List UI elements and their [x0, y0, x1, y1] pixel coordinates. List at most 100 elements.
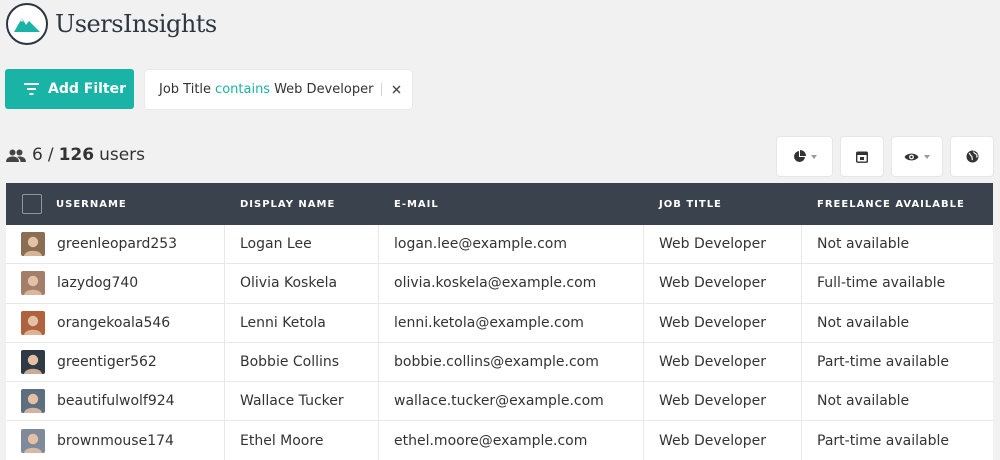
- username[interactable]: greentiger562: [57, 354, 157, 370]
- table-row[interactable]: greentiger562 Bobbie Collins bobbie.coll…: [6, 342, 993, 383]
- column-divider: [378, 225, 379, 264]
- filter-operator: contains: [215, 82, 271, 97]
- users-table: USERNAME DISPLAY NAME E-MAIL JOB TITLE F…: [6, 183, 993, 460]
- map-button[interactable]: [951, 137, 993, 176]
- cell-job-title: Web Developer: [659, 304, 766, 342]
- column-divider: [378, 303, 379, 342]
- username[interactable]: greenleopard253: [57, 236, 177, 252]
- column-divider: [643, 303, 644, 342]
- add-filter-label: Add Filter: [48, 81, 127, 97]
- cell-email: bobbie.collins@example.com: [394, 343, 599, 381]
- globe-icon: [966, 150, 978, 163]
- avatar[interactable]: [21, 232, 45, 257]
- calendar-button[interactable]: [841, 137, 883, 176]
- cell-display-name: Bobbie Collins: [240, 343, 339, 381]
- cell-job-title: Web Developer: [659, 421, 766, 459]
- column-divider: [378, 382, 379, 421]
- cell-username: beautifulwolf924: [21, 382, 175, 420]
- column-divider: [224, 382, 225, 421]
- table-row[interactable]: brownmouse174 Ethel Moore ethel.moore@ex…: [6, 421, 993, 460]
- column-divider: [643, 421, 644, 460]
- column-divider: [801, 421, 802, 460]
- freelance-availability: Not available: [817, 236, 910, 253]
- avatar[interactable]: [21, 428, 45, 453]
- shown-count: 6: [32, 145, 43, 165]
- cell-freelance: Full-time available: [817, 264, 945, 302]
- cell-display-name: Olivia Koskela: [240, 264, 337, 302]
- cell-username: brownmouse174: [21, 421, 174, 459]
- column-divider: [224, 342, 225, 382]
- display-name: Lenni Ketola: [240, 314, 326, 331]
- logo-mountain-icon: [6, 3, 48, 45]
- column-divider: [224, 303, 225, 342]
- column-divider: [801, 225, 802, 264]
- column-header-freelance[interactable]: FREELANCE AVAILABLE: [817, 199, 965, 210]
- display-name: Wallace Tucker: [240, 393, 344, 410]
- freelance-availability: Not available: [817, 393, 910, 410]
- chip-divider: [381, 83, 383, 96]
- cell-display-name: Wallace Tucker: [240, 382, 344, 420]
- column-divider: [643, 342, 644, 382]
- job-title: Web Developer: [659, 236, 766, 253]
- cell-email: logan.lee@example.com: [394, 225, 567, 263]
- column-divider: [378, 342, 379, 382]
- cell-job-title: Web Developer: [659, 343, 766, 381]
- remove-filter-close-icon[interactable]: [391, 85, 401, 95]
- username[interactable]: beautifulwolf924: [57, 393, 175, 409]
- job-title: Web Developer: [659, 432, 766, 449]
- table-header: USERNAME DISPLAY NAME E-MAIL JOB TITLE F…: [6, 183, 993, 225]
- eye-icon: [904, 153, 919, 160]
- table-row[interactable]: beautifulwolf924 Wallace Tucker wallace.…: [6, 382, 993, 422]
- add-filter-button[interactable]: Add Filter: [5, 69, 134, 109]
- logo-text: UsersInsights: [55, 10, 217, 38]
- avatar[interactable]: [21, 350, 45, 375]
- filter-field: Job Title: [159, 82, 212, 97]
- segments-button[interactable]: [777, 137, 832, 176]
- column-divider: [801, 303, 802, 342]
- avatar[interactable]: [21, 389, 45, 414]
- column-divider: [643, 264, 644, 303]
- avatar[interactable]: [21, 271, 45, 296]
- cell-email: olivia.koskela@example.com: [394, 264, 596, 302]
- count-unit: users: [99, 145, 145, 165]
- username[interactable]: lazydog740: [57, 275, 138, 291]
- display-name: Olivia Koskela: [240, 275, 338, 292]
- column-divider: [224, 264, 225, 303]
- column-divider: [801, 342, 802, 382]
- column-divider: [224, 225, 225, 264]
- cell-email: wallace.tucker@example.com: [394, 382, 604, 420]
- column-divider: [801, 264, 802, 303]
- column-divider: [378, 421, 379, 460]
- table-row[interactable]: orangekoala546 Lenni Ketola lenni.ketola…: [6, 303, 993, 343]
- filter-value: Web Developer: [274, 82, 374, 97]
- column-divider: [643, 225, 644, 264]
- column-header-email[interactable]: E-MAIL: [394, 199, 439, 210]
- cell-username: greenleopard253: [21, 225, 177, 263]
- filter-icon: [24, 83, 39, 95]
- email: lenni.ketola@example.com: [394, 314, 584, 331]
- cell-freelance: Not available: [817, 225, 909, 263]
- cell-job-title: Web Developer: [659, 264, 766, 302]
- select-all-checkbox[interactable]: [22, 194, 42, 214]
- column-header-display-name[interactable]: DISPLAY NAME: [240, 199, 335, 210]
- chevron-down-icon: [810, 154, 817, 159]
- table-row[interactable]: lazydog740 Olivia Koskela olivia.koskela…: [6, 264, 993, 304]
- calendar-icon: [856, 151, 868, 163]
- cell-email: lenni.ketola@example.com: [394, 304, 584, 342]
- display-name: Logan Lee: [240, 236, 312, 253]
- avatar[interactable]: [21, 310, 45, 335]
- column-header-job-title[interactable]: JOB TITLE: [659, 199, 722, 210]
- email: bobbie.collins@example.com: [394, 354, 599, 371]
- freelance-availability: Part-time available: [817, 354, 949, 371]
- cell-display-name: Lenni Ketola: [240, 304, 326, 342]
- cell-username: orangekoala546: [21, 304, 170, 342]
- username[interactable]: orangekoala546: [57, 315, 170, 331]
- column-header-username[interactable]: USERNAME: [56, 199, 127, 210]
- cell-email: ethel.moore@example.com: [394, 421, 587, 459]
- table-row[interactable]: greenleopard253 Logan Lee logan.lee@exam…: [6, 225, 993, 265]
- username[interactable]: brownmouse174: [57, 433, 174, 449]
- columns-visibility-button[interactable]: [892, 137, 942, 176]
- filter-chip[interactable]: Job Title contains Web Developer: [145, 70, 413, 109]
- app-logo[interactable]: UsersInsights: [6, 2, 217, 46]
- email: logan.lee@example.com: [394, 236, 567, 253]
